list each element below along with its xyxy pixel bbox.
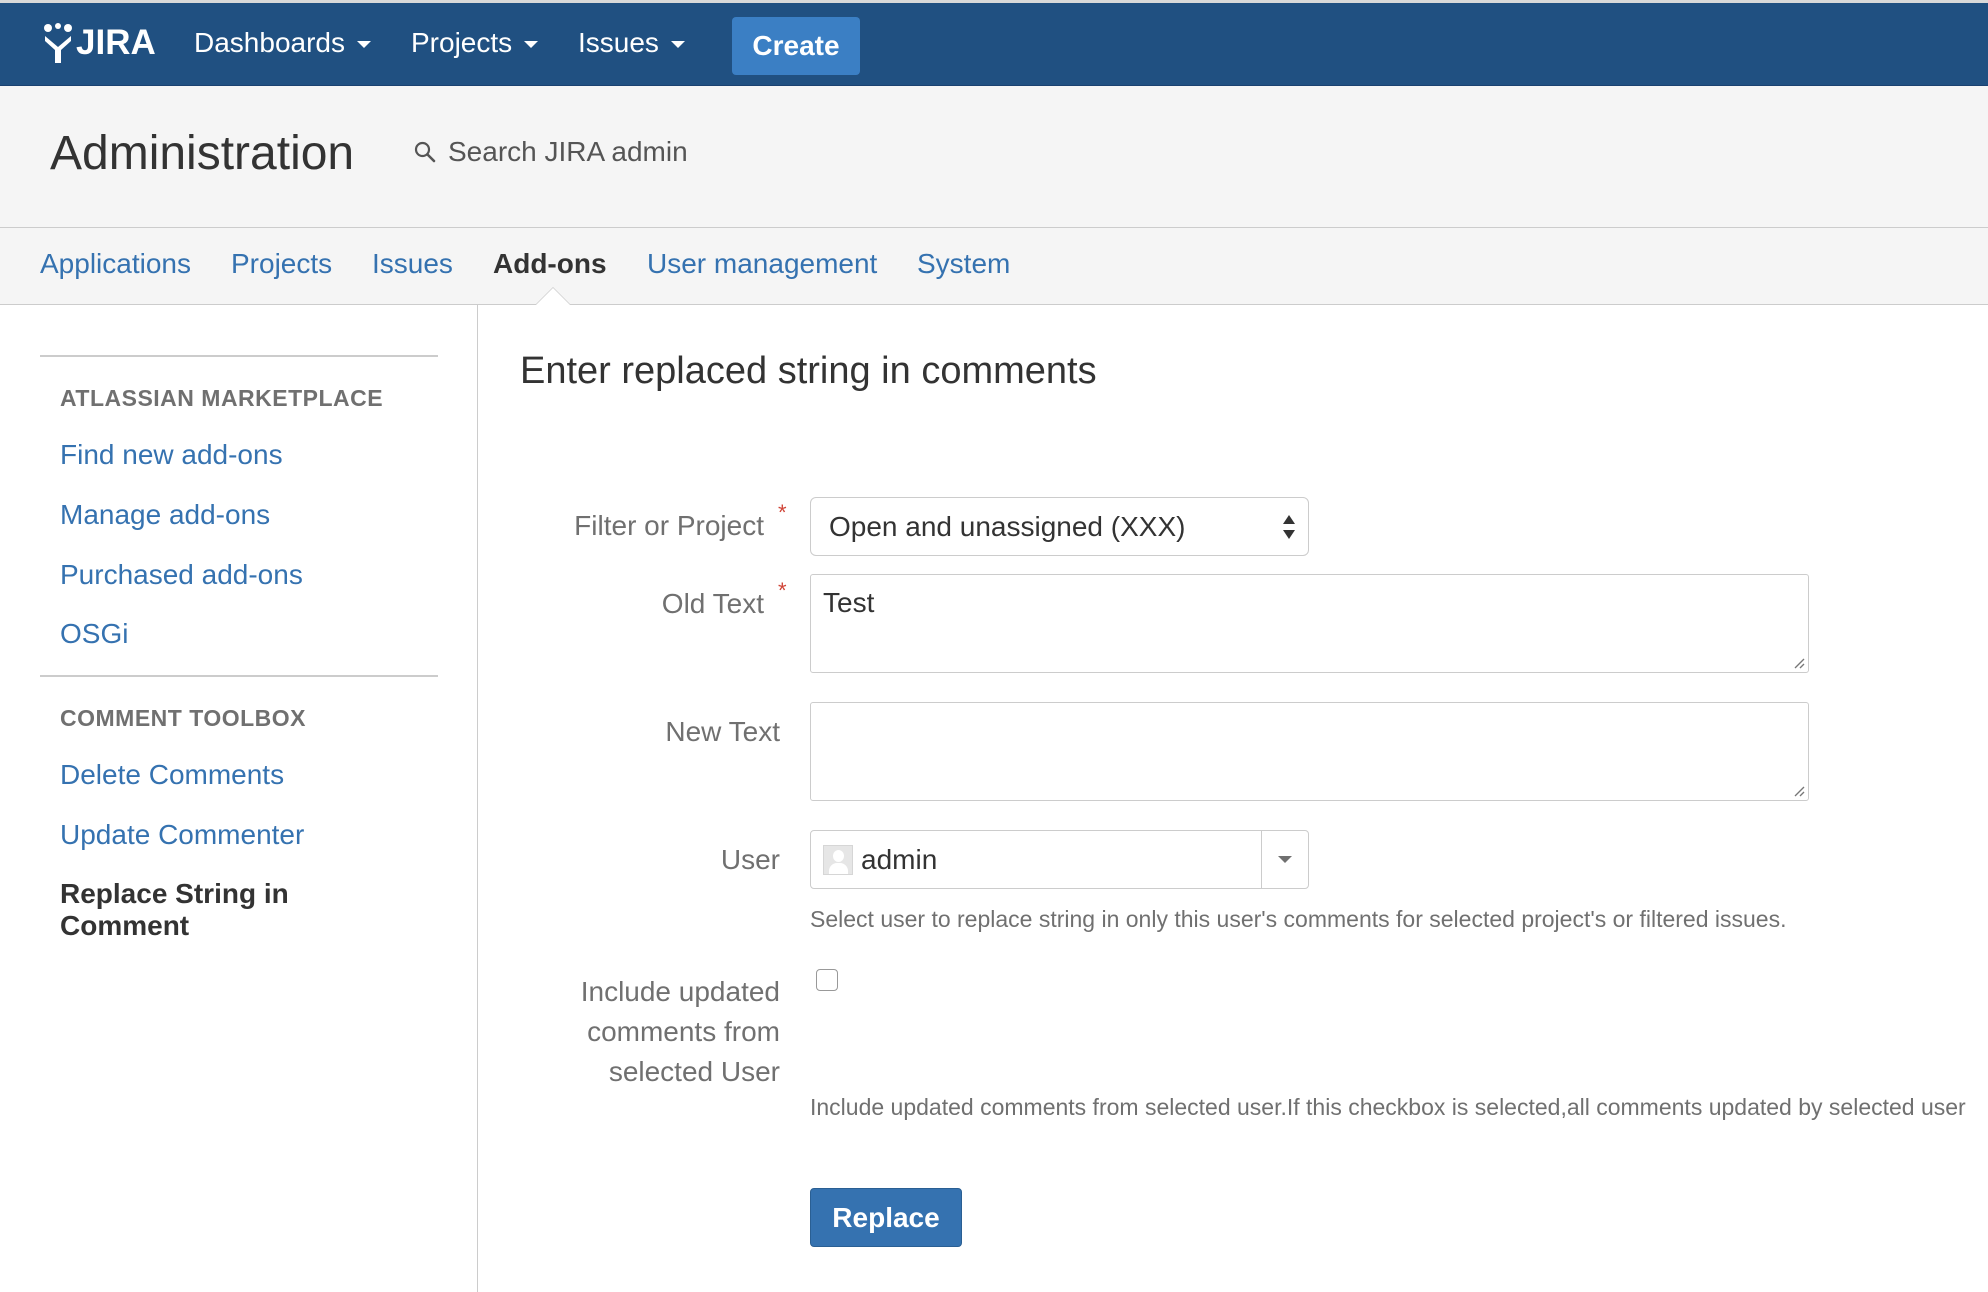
filter-project-select[interactable]: Open and unassigned (XXX) <box>810 497 1309 556</box>
replace-button[interactable]: Replace <box>810 1188 962 1247</box>
new-text-label: New Text <box>665 716 780 747</box>
include-updated-label-line: selected User <box>608 1056 780 1087</box>
include-updated-label-line: comments from <box>587 1016 780 1047</box>
select-arrows-icon <box>1283 515 1295 539</box>
sidebar-divider <box>40 675 438 677</box>
sidebar-item-purchased-add-ons[interactable]: Purchased add-ons <box>60 559 303 591</box>
nav-issues-label: Issues <box>578 27 659 58</box>
active-tab-pointer <box>536 288 570 305</box>
old-text-field[interactable]: Test <box>810 574 1809 673</box>
resize-grip-icon[interactable] <box>1793 657 1805 669</box>
old-text-label: Old Text <box>661 588 764 619</box>
sidebar-item-osgi[interactable]: OSGi <box>60 618 128 650</box>
sidebar-heading-comment-toolbox: COMMENT TOOLBOX <box>60 705 307 731</box>
user-picker-value: admin <box>861 843 938 875</box>
jira-logo[interactable]: JIRA <box>42 21 156 65</box>
include-updated-description: Include updated comments from selected u… <box>810 1094 1966 1120</box>
user-description: Select user to replace string in only th… <box>810 906 1787 932</box>
user-label: User <box>720 844 780 875</box>
jira-logo-icon <box>44 23 72 63</box>
resize-grip-icon[interactable] <box>1793 785 1805 797</box>
required-marker: * <box>778 500 787 525</box>
nav-dashboards-label: Dashboards <box>194 27 345 58</box>
user-picker-dropdown[interactable] <box>1261 831 1308 888</box>
nav-issues[interactable]: Issues <box>578 27 685 59</box>
include-updated-checkbox[interactable] <box>816 969 838 991</box>
tab-user-management[interactable]: User management <box>647 248 877 280</box>
nav-projects-label: Projects <box>411 27 513 58</box>
tab-system[interactable]: System <box>917 248 1010 280</box>
include-updated-label-line: Include updated <box>580 976 780 1007</box>
sidebar-item-delete-comments[interactable]: Delete Comments <box>60 759 284 791</box>
admin-search-placeholder: Search JIRA admin <box>448 136 688 167</box>
logo-text: JIRA <box>76 23 156 62</box>
tab-issues[interactable]: Issues <box>372 248 453 280</box>
chevron-down-icon <box>524 41 539 48</box>
filter-project-value: Open and unassigned (XXX) <box>829 510 1186 542</box>
user-picker[interactable]: admin <box>810 830 1309 889</box>
create-button[interactable]: Create <box>732 17 860 75</box>
required-marker: * <box>778 578 787 603</box>
filter-label: Filter or Project <box>574 510 764 541</box>
nav-dashboards[interactable]: Dashboards <box>194 27 371 59</box>
chevron-down-icon <box>670 41 685 48</box>
sidebar-item-find-new-add-ons[interactable]: Find new add-ons <box>60 439 283 471</box>
chevron-down-icon <box>356 41 371 48</box>
admin-tabs: Applications Projects Issues Add-ons Use… <box>0 228 1988 305</box>
form-heading: Enter replaced string in comments <box>520 350 1097 392</box>
tab-applications[interactable]: Applications <box>40 248 191 280</box>
sidebar-item-replace-string[interactable]: Replace String in Comment <box>60 878 390 942</box>
top-navigation-bar: JIRA Dashboards Projects Issues Create <box>0 0 1988 86</box>
sidebar: ATLASSIAN MARKETPLACE Find new add-ons M… <box>0 305 478 1292</box>
admin-search[interactable]: Search JIRA admin <box>414 136 688 168</box>
old-text-value: Test <box>823 587 875 618</box>
admin-header: Administration Search JIRA admin <box>0 86 1988 228</box>
new-text-field[interactable] <box>810 702 1809 801</box>
avatar <box>823 844 853 875</box>
sidebar-heading-marketplace: ATLASSIAN MARKETPLACE <box>60 385 384 411</box>
sidebar-item-manage-add-ons[interactable]: Manage add-ons <box>60 499 270 531</box>
sidebar-item-update-commenter[interactable]: Update Commenter <box>60 819 304 851</box>
search-icon <box>414 141 436 163</box>
chevron-down-icon <box>1278 856 1292 863</box>
sidebar-divider <box>40 355 438 357</box>
include-updated-label: Include updated comments from selected U… <box>581 972 780 1092</box>
tab-projects[interactable]: Projects <box>231 248 332 280</box>
nav-projects[interactable]: Projects <box>411 27 539 59</box>
page-title: Administration <box>50 127 355 180</box>
tab-add-ons[interactable]: Add-ons <box>493 248 607 280</box>
